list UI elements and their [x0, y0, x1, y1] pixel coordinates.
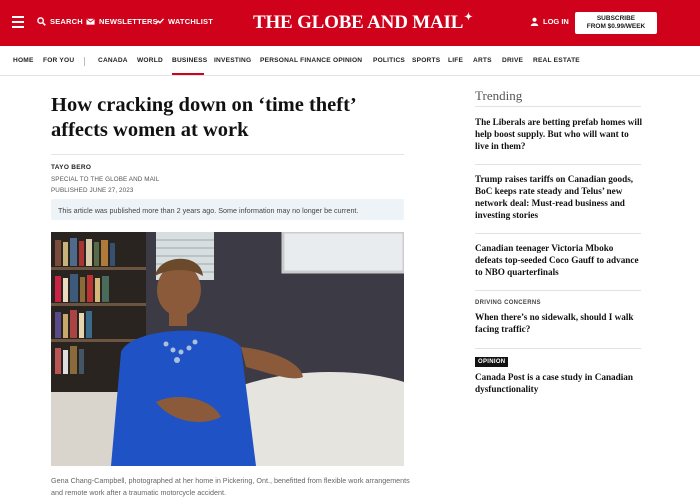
trend-line-icon: [155, 18, 164, 25]
story-divider: [475, 348, 641, 349]
envelope-icon: [86, 18, 95, 25]
story-divider: [475, 233, 641, 234]
trending-story-3[interactable]: Canadian teenager Victoria Mboko defeats…: [475, 242, 643, 278]
nav-item-arts[interactable]: ARTS: [473, 57, 492, 64]
photo-caption: Gena Chang-Campbell, photographed at her…: [51, 476, 410, 497]
search-button[interactable]: SEARCH: [37, 17, 83, 26]
trending-story-2[interactable]: Trump raises tariffs on Canadian goods, …: [475, 173, 643, 221]
trending-story-5[interactable]: Canada Post is a case study in Canadian …: [475, 371, 643, 395]
nav-item-personal-finance[interactable]: PERSONAL FINANCE: [260, 57, 331, 64]
nav-item-for-you[interactable]: FOR YOU: [43, 57, 74, 64]
nav-item-canada[interactable]: CANADA: [98, 57, 128, 64]
nav-item-drive[interactable]: DRIVE: [502, 57, 523, 64]
subscribe-button[interactable]: SUBSCRIBE FROM $0.99/WEEK: [575, 12, 657, 34]
logo-text: THE GLOBE AND MAIL: [253, 12, 464, 33]
maple-leaf-icon: ✦: [464, 12, 473, 23]
article-author[interactable]: TAYO BERO: [51, 164, 91, 171]
headline-divider: [51, 154, 404, 155]
nav-item-business[interactable]: BUSINESS: [172, 57, 207, 64]
nav-item-world[interactable]: WORLD: [137, 57, 163, 64]
article-headline: How cracking down on ‘time theft’ affect…: [51, 94, 356, 141]
article-photo: [51, 232, 404, 466]
published-date: PUBLISHED JUNE 27, 2023: [51, 187, 134, 194]
opinion-badge: OPINION: [475, 357, 509, 367]
search-icon: [37, 17, 46, 26]
user-icon: [530, 17, 539, 26]
watchlist-button[interactable]: WATCHLIST: [155, 17, 213, 26]
subscribe-line1: SUBSCRIBE: [596, 15, 636, 22]
newsletters-label: NEWSLETTERS: [99, 17, 158, 26]
nav-item-opinion[interactable]: OPINION: [333, 57, 362, 64]
login-button[interactable]: LOG IN: [530, 17, 569, 26]
nav-item-investing[interactable]: INVESTING: [214, 57, 251, 64]
subscribe-line2: FROM $0.99/WEEK: [586, 23, 646, 30]
author-affiliation: SPECIAL TO THE GLOBE AND MAIL: [51, 176, 160, 183]
nav-item-politics[interactable]: POLITICS: [373, 57, 405, 64]
nav-divider: [84, 57, 85, 66]
nav-item-life[interactable]: LIFE: [448, 57, 463, 64]
site-header: SEARCH NEWSLETTERS WATCHLIST THE GLOBE A…: [0, 0, 700, 46]
trending-story-4[interactable]: When there’s no sidewalk, should I walk …: [475, 311, 643, 335]
photo-illustration: [51, 232, 404, 466]
story-kicker: DRIVING CONCERNS: [475, 300, 541, 306]
login-label: LOG IN: [543, 17, 569, 26]
nav-item-sports[interactable]: SPORTS: [412, 57, 440, 64]
site-logo[interactable]: THE GLOBE AND MAIL✦: [253, 12, 473, 34]
story-divider: [475, 290, 641, 291]
story-divider: [475, 164, 641, 165]
active-nav-indicator: [172, 73, 204, 75]
search-label: SEARCH: [50, 17, 83, 26]
hamburger-menu-icon[interactable]: [12, 16, 24, 28]
trending-divider: [475, 106, 641, 107]
newsletters-button[interactable]: NEWSLETTERS: [86, 17, 158, 26]
section-nav: HOME FOR YOU CANADA WORLD BUSINESS INVES…: [0, 46, 700, 76]
nav-item-real-estate[interactable]: REAL ESTATE: [533, 57, 580, 64]
archive-notice: This article was published more than 2 y…: [51, 199, 404, 220]
trending-story-1[interactable]: The Liberals are betting prefab homes wi…: [475, 116, 643, 152]
nav-item-home[interactable]: HOME: [13, 57, 34, 64]
watchlist-label: WATCHLIST: [168, 17, 213, 26]
trending-heading: Trending: [475, 88, 523, 103]
